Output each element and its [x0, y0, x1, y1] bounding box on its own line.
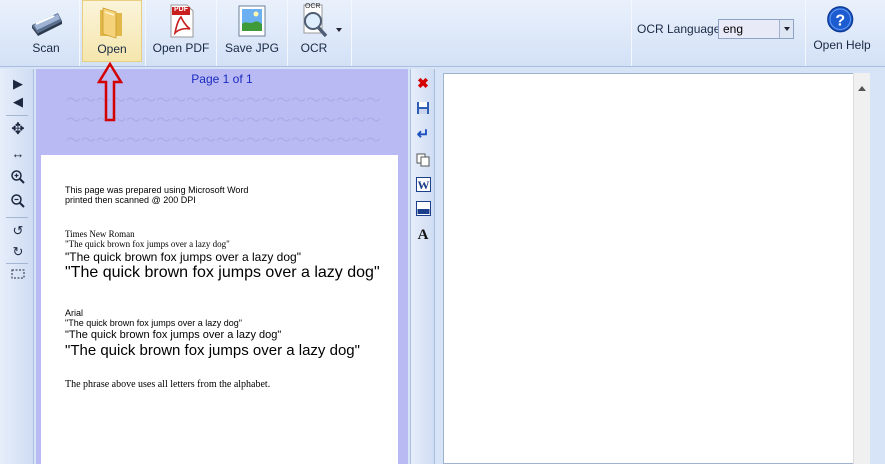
text-area-scrollbar[interactable]: [853, 73, 870, 464]
zoom-out-icon[interactable]: [8, 193, 28, 211]
open-pdf-button[interactable]: PDF Open PDF: [148, 0, 214, 62]
toolbar-separator: [79, 0, 80, 66]
folder-icon: [100, 7, 122, 39]
word-export-icon[interactable]: W: [415, 177, 431, 193]
doc-line: "The quick brown fox jumps over a lazy d…: [65, 250, 301, 264]
red-up-arrow-icon: [97, 62, 123, 122]
rtf-export-icon[interactable]: [415, 201, 431, 217]
svg-text:?: ?: [835, 12, 845, 29]
ocr-result-text-area[interactable]: [443, 73, 870, 464]
ocr-icon-text: OCR: [305, 3, 321, 10]
doc-line: The phrase above uses all letters from t…: [65, 379, 271, 390]
next-page-icon[interactable]: ▶: [8, 75, 28, 93]
toolbar-separator: [351, 0, 352, 66]
toolbar-separator: [145, 0, 146, 66]
tool-separator: [6, 115, 28, 116]
return-arrow-icon[interactable]: ↵: [415, 127, 431, 143]
scan-label: Scan: [32, 41, 60, 55]
font-icon[interactable]: A: [415, 227, 431, 243]
open-help-label: Open Help: [813, 38, 871, 52]
pdf-icon-text: PDF: [174, 6, 188, 13]
ocr-label: OCR: [300, 41, 328, 55]
image-file-icon: [238, 5, 266, 37]
toolbar-separator: [216, 0, 217, 66]
toolbar-separator: [631, 0, 632, 66]
tool-separator: [6, 217, 28, 218]
doc-line: Times New Roman: [65, 229, 135, 239]
save-icon[interactable]: [415, 101, 431, 117]
toolbar-separator: [287, 0, 288, 66]
ocr-language-label: OCR Language:: [637, 22, 724, 36]
save-jpg-button[interactable]: Save JPG: [219, 0, 285, 62]
scanner-icon: [32, 13, 62, 36]
background-ghost-text: ～～～～～～～～～～～～～～～～～～～～～: [66, 133, 382, 149]
text-tools-strip: ✖ ↵ W A: [410, 69, 435, 464]
clear-icon[interactable]: ✖: [415, 75, 431, 91]
open-label: Open: [97, 42, 127, 56]
page-indicator: Page 1 of 1: [191, 72, 253, 86]
scroll-up-icon[interactable]: [858, 82, 866, 91]
help-icon: ?: [827, 6, 854, 33]
scanned-page: This page was prepared using Microsoft W…: [41, 155, 398, 464]
fit-width-icon[interactable]: ↔: [8, 145, 28, 163]
select-region-icon[interactable]: [8, 267, 28, 285]
toolbar-separator: [805, 0, 806, 66]
ocr-language-value: eng: [723, 22, 744, 36]
doc-line: "The quick brown fox jumps over a lazy d…: [65, 239, 230, 249]
copy-icon[interactable]: [415, 153, 431, 169]
previous-page-icon[interactable]: ◀: [8, 93, 28, 111]
rotate-left-icon[interactable]: ↺: [8, 222, 28, 240]
doc-line: printed then scanned @ 200 DPI: [65, 195, 196, 205]
scan-button[interactable]: Scan: [14, 0, 78, 62]
doc-line: "The quick brown fox jumps over a lazy d…: [65, 318, 242, 328]
chevron-down-icon[interactable]: [779, 20, 793, 38]
image-tools-strip: ▶ ◀ ✥ ↔ ↺ ↻: [0, 69, 34, 464]
rotate-right-icon[interactable]: ↻: [8, 243, 28, 261]
doc-line: This page was prepared using Microsoft W…: [65, 185, 249, 195]
save-jpg-label: Save JPG: [224, 41, 280, 55]
doc-line: Arial: [65, 308, 84, 318]
main-toolbar: Scan Open PDF Open PDF Save JPG OCR OCR …: [0, 0, 885, 67]
ocr-button[interactable]: OCR OCR: [290, 0, 338, 62]
open-help-button[interactable]: ? Open Help: [809, 0, 875, 62]
svg-text:W: W: [417, 178, 429, 192]
doc-line: "The quick brown fox jumps over a lazy d…: [65, 329, 282, 341]
document-viewer[interactable]: Page 1 of 1 ～～～～～～～～～～～～～～～～～～～～～ ～～～～～～…: [36, 69, 408, 464]
open-button[interactable]: Open: [82, 0, 142, 62]
doc-line: "The quick brown fox jumps over a lazy d…: [65, 342, 360, 359]
open-pdf-label: Open PDF: [152, 41, 210, 55]
tool-separator: [6, 263, 28, 264]
ocr-language-select[interactable]: eng: [718, 19, 794, 39]
ocr-dropdown-arrow-icon[interactable]: [336, 28, 342, 35]
doc-line: "The quick brown fox jumps over a lazy d…: [65, 264, 380, 281]
move-icon[interactable]: ✥: [8, 121, 28, 139]
zoom-in-icon[interactable]: [8, 169, 28, 187]
